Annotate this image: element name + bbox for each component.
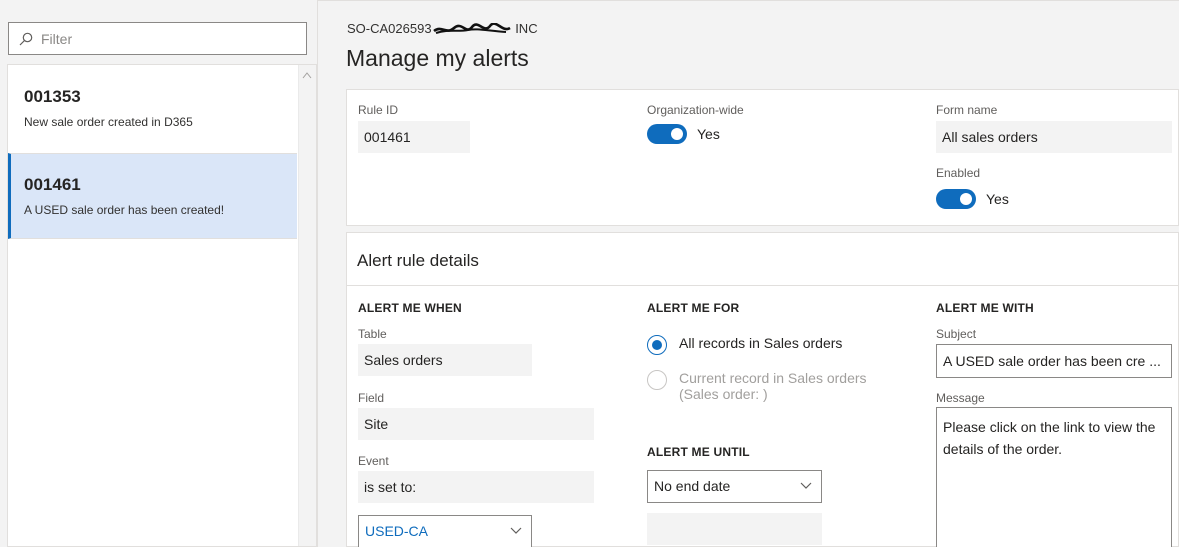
event-label: Event bbox=[358, 454, 389, 468]
form-name-label: Form name bbox=[936, 103, 998, 117]
message-label: Message bbox=[936, 391, 985, 405]
list-scrollbar[interactable] bbox=[298, 65, 316, 546]
field-label: Field bbox=[358, 391, 385, 405]
search-icon bbox=[19, 32, 33, 45]
table-label: Table bbox=[358, 327, 387, 341]
list-item-id: 001353 bbox=[24, 87, 81, 106]
message-textarea[interactable]: Please click on the link to view the det… bbox=[936, 407, 1172, 547]
subject-input[interactable]: A USED sale order has been cre ... bbox=[936, 344, 1172, 378]
list-item-description: A USED sale order has been created! bbox=[24, 203, 225, 217]
alert-list: 001353 New sale order created in D365 00… bbox=[7, 64, 317, 547]
rule-id-field[interactable]: 001461 bbox=[358, 121, 470, 153]
enabled-value: Yes bbox=[986, 191, 1009, 207]
scroll-up-icon[interactable] bbox=[302, 71, 312, 79]
enabled-toggle-group[interactable]: Yes bbox=[936, 189, 1009, 209]
radio-current-record-line2: (Sales order: ) bbox=[679, 386, 768, 402]
alert-with-heading: ALERT ME WITH bbox=[936, 301, 1034, 315]
alert-when-heading: ALERT ME WHEN bbox=[358, 301, 462, 315]
radio-current-record-line1: Current record in Sales orders bbox=[679, 370, 867, 386]
alert-until-heading: ALERT ME UNTIL bbox=[647, 445, 750, 459]
breadcrumb-suffix: INC bbox=[515, 21, 538, 36]
radio-all-records[interactable]: All records in Sales orders bbox=[647, 335, 842, 355]
org-wide-toggle-group[interactable]: Yes bbox=[647, 124, 720, 144]
org-wide-value: Yes bbox=[697, 126, 720, 142]
rule-summary-card: Rule ID 001461 Organization-wide Yes For… bbox=[346, 89, 1179, 226]
breadcrumb: SO-CA026593 INC bbox=[347, 21, 538, 37]
redaction-scribble bbox=[432, 22, 511, 34]
site-value-select[interactable]: USED-CA bbox=[358, 515, 532, 547]
filter-input[interactable] bbox=[41, 30, 291, 47]
radio-selected-icon[interactable] bbox=[647, 335, 667, 355]
org-wide-label: Organization-wide bbox=[647, 103, 744, 117]
site-value-select-text: USED-CA bbox=[365, 523, 429, 539]
enabled-toggle[interactable] bbox=[936, 189, 976, 209]
table-field[interactable]: Sales orders bbox=[358, 344, 532, 376]
radio-current-record-label: Current record in Sales orders (Sales ord… bbox=[679, 370, 867, 402]
radio-current-record: Current record in Sales orders (Sales ord… bbox=[647, 370, 867, 402]
list-pane: 001353 New sale order created in D365 00… bbox=[0, 0, 318, 547]
chevron-down-icon bbox=[800, 482, 812, 489]
enabled-label: Enabled bbox=[936, 166, 981, 180]
list-item-id: 001461 bbox=[24, 175, 81, 194]
divider bbox=[347, 285, 1179, 286]
end-date-select[interactable]: No end date bbox=[647, 470, 822, 503]
page-header: SO-CA026593 INC Manage my alerts bbox=[318, 0, 1179, 90]
list-item-description: New sale order created in D365 bbox=[24, 115, 193, 129]
filter-box[interactable] bbox=[8, 22, 307, 55]
alert-rule-details-card: Alert rule details ALERT ME WHEN Table S… bbox=[346, 232, 1179, 547]
page-title: Manage my alerts bbox=[346, 45, 529, 71]
event-field[interactable]: is set to: bbox=[358, 471, 594, 503]
rule-id-label: Rule ID bbox=[358, 103, 399, 117]
chevron-down-icon bbox=[510, 527, 522, 534]
radio-disabled-icon bbox=[647, 370, 667, 390]
list-item[interactable]: 001353 New sale order created in D365 bbox=[8, 87, 297, 155]
subject-label: Subject bbox=[936, 327, 977, 341]
form-name-field[interactable]: All sales orders bbox=[936, 121, 1172, 153]
list-item-selected[interactable]: 001461 A USED sale order has been create… bbox=[8, 153, 297, 239]
section-title: Alert rule details bbox=[357, 251, 479, 270]
end-date-select-text: No end date bbox=[654, 478, 731, 494]
alert-for-heading: ALERT ME FOR bbox=[647, 301, 740, 315]
org-wide-toggle[interactable] bbox=[647, 124, 687, 144]
field-field[interactable]: Site bbox=[358, 408, 594, 440]
radio-all-records-label: All records in Sales orders bbox=[679, 335, 843, 351]
end-date-field bbox=[647, 513, 822, 545]
breadcrumb-prefix: SO-CA026593 bbox=[347, 21, 432, 36]
